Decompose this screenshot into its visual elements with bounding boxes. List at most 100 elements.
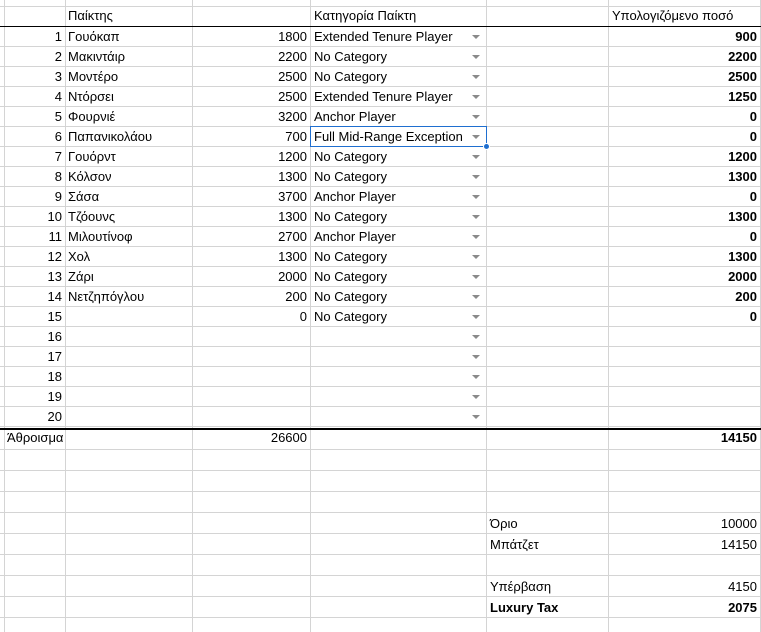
row-number[interactable]: 11 — [4, 227, 65, 247]
row-number[interactable]: 2 — [4, 47, 65, 67]
salary-cell[interactable]: 2200 — [192, 47, 310, 67]
computed-amount-cell[interactable]: 0 — [608, 107, 760, 127]
dropdown-arrow-icon[interactable] — [472, 95, 480, 99]
header-category[interactable]: Κατηγορία Παίκτη — [314, 6, 416, 26]
row-number[interactable]: 3 — [4, 67, 65, 87]
computed-amount-cell[interactable] — [608, 407, 760, 427]
salary-cell[interactable]: 1300 — [192, 207, 310, 227]
category-cell[interactable]: No Category — [314, 267, 387, 287]
luxury-tax-label[interactable]: Luxury Tax — [490, 598, 558, 618]
dropdown-arrow-icon[interactable] — [472, 315, 480, 319]
header-computed[interactable]: Υπολογιζόμενο ποσό — [612, 6, 733, 26]
limit-value[interactable]: 10000 — [608, 514, 760, 534]
budget-label[interactable]: Μπάτζετ — [490, 535, 539, 555]
dropdown-arrow-icon[interactable] — [472, 55, 480, 59]
computed-amount-cell[interactable] — [608, 387, 760, 407]
salary-cell[interactable]: 1300 — [192, 167, 310, 187]
computed-amount-cell[interactable]: 2500 — [608, 67, 760, 87]
excess-label[interactable]: Υπέρβαση — [490, 577, 551, 597]
salary-cell[interactable] — [192, 407, 310, 427]
player-name-cell[interactable]: Κόλσον — [68, 167, 112, 187]
dropdown-arrow-icon[interactable] — [472, 255, 480, 259]
dropdown-arrow-icon[interactable] — [472, 75, 480, 79]
salary-cell[interactable]: 2700 — [192, 227, 310, 247]
player-name-cell[interactable]: Σάσα — [68, 187, 99, 207]
computed-amount-cell[interactable]: 2200 — [608, 47, 760, 67]
computed-amount-cell[interactable] — [608, 367, 760, 387]
category-cell[interactable]: No Category — [314, 247, 387, 267]
category-cell[interactable]: Anchor Player — [314, 107, 396, 127]
computed-amount-cell[interactable]: 1250 — [608, 87, 760, 107]
totals-label[interactable]: Άθροισμα — [7, 428, 63, 448]
computed-amount-cell[interactable]: 0 — [608, 307, 760, 327]
dropdown-arrow-icon[interactable] — [472, 335, 480, 339]
computed-amount-cell[interactable]: 200 — [608, 287, 760, 307]
player-name-cell[interactable]: Παπανικολάου — [68, 127, 152, 147]
computed-amount-cell[interactable]: 0 — [608, 187, 760, 207]
computed-amount-cell[interactable]: 1300 — [608, 207, 760, 227]
computed-amount-cell[interactable]: 2000 — [608, 267, 760, 287]
row-number[interactable]: 5 — [4, 107, 65, 127]
luxury-tax-value[interactable]: 2075 — [608, 598, 760, 618]
salary-cell[interactable]: 1300 — [192, 247, 310, 267]
salary-cell[interactable]: 200 — [192, 287, 310, 307]
salary-cell[interactable]: 1200 — [192, 147, 310, 167]
salary-cell[interactable]: 0 — [192, 307, 310, 327]
category-cell[interactable]: No Category — [314, 307, 387, 327]
salary-cell[interactable]: 1800 — [192, 27, 310, 47]
row-number[interactable]: 10 — [4, 207, 65, 227]
row-number[interactable]: 18 — [4, 367, 65, 387]
category-cell[interactable]: No Category — [314, 287, 387, 307]
dropdown-arrow-icon[interactable] — [472, 115, 480, 119]
dropdown-arrow-icon[interactable] — [472, 375, 480, 379]
computed-amount-cell[interactable] — [608, 347, 760, 367]
player-name-cell[interactable]: Τζόουνς — [68, 207, 115, 227]
computed-amount-cell[interactable]: 1300 — [608, 167, 760, 187]
computed-amount-cell[interactable]: 0 — [608, 127, 760, 147]
dropdown-arrow-icon[interactable] — [472, 395, 480, 399]
category-cell[interactable]: No Category — [314, 207, 387, 227]
salary-cell[interactable] — [192, 327, 310, 347]
dropdown-arrow-icon[interactable] — [472, 175, 480, 179]
computed-amount-cell[interactable]: 900 — [608, 27, 760, 47]
category-cell[interactable]: Anchor Player — [314, 187, 396, 207]
computed-amount-cell[interactable] — [608, 327, 760, 347]
limit-label[interactable]: Όριο — [490, 514, 518, 534]
computed-amount-cell[interactable]: 1300 — [608, 247, 760, 267]
player-name-cell[interactable]: Ντόρσει — [68, 87, 114, 107]
row-number[interactable]: 1 — [4, 27, 65, 47]
player-name-cell[interactable]: Μακιντάιρ — [68, 47, 125, 67]
dropdown-arrow-icon[interactable] — [472, 415, 480, 419]
player-name-cell[interactable]: Μιλουτίνοφ — [68, 227, 133, 247]
row-number[interactable]: 14 — [4, 287, 65, 307]
excess-value[interactable]: 4150 — [608, 577, 760, 597]
dropdown-arrow-icon[interactable] — [472, 235, 480, 239]
salary-cell[interactable]: 2000 — [192, 267, 310, 287]
player-name-cell[interactable]: Γουόρντ — [68, 147, 116, 167]
dropdown-arrow-icon[interactable] — [472, 195, 480, 199]
salary-cell[interactable]: 3200 — [192, 107, 310, 127]
category-cell[interactable]: Anchor Player — [314, 227, 396, 247]
player-name-cell[interactable]: Μοντέρο — [68, 67, 118, 87]
category-cell[interactable]: Extended Tenure Player — [314, 87, 453, 107]
row-number[interactable]: 9 — [4, 187, 65, 207]
player-name-cell[interactable]: Χολ — [68, 247, 90, 267]
computed-amount-cell[interactable]: 0 — [608, 227, 760, 247]
totals-salary[interactable]: 26600 — [192, 428, 310, 448]
row-number[interactable]: 16 — [4, 327, 65, 347]
salary-cell[interactable]: 3700 — [192, 187, 310, 207]
row-number[interactable]: 20 — [4, 407, 65, 427]
player-name-cell[interactable]: Γουόκαπ — [68, 27, 120, 47]
player-name-cell[interactable]: Ζάρι — [68, 267, 94, 287]
salary-cell[interactable] — [192, 387, 310, 407]
spreadsheet-grid[interactable]: Παίκτης Κατηγορία Παίκτη Υπολογιζόμενο π… — [0, 0, 761, 632]
salary-cell[interactable]: 2500 — [192, 67, 310, 87]
salary-cell[interactable] — [192, 347, 310, 367]
category-cell[interactable]: No Category — [314, 67, 387, 87]
dropdown-arrow-icon[interactable] — [472, 35, 480, 39]
budget-value[interactable]: 14150 — [608, 535, 760, 555]
row-number[interactable]: 4 — [4, 87, 65, 107]
category-cell[interactable]: No Category — [314, 167, 387, 187]
row-number[interactable]: 8 — [4, 167, 65, 187]
row-number[interactable]: 19 — [4, 387, 65, 407]
